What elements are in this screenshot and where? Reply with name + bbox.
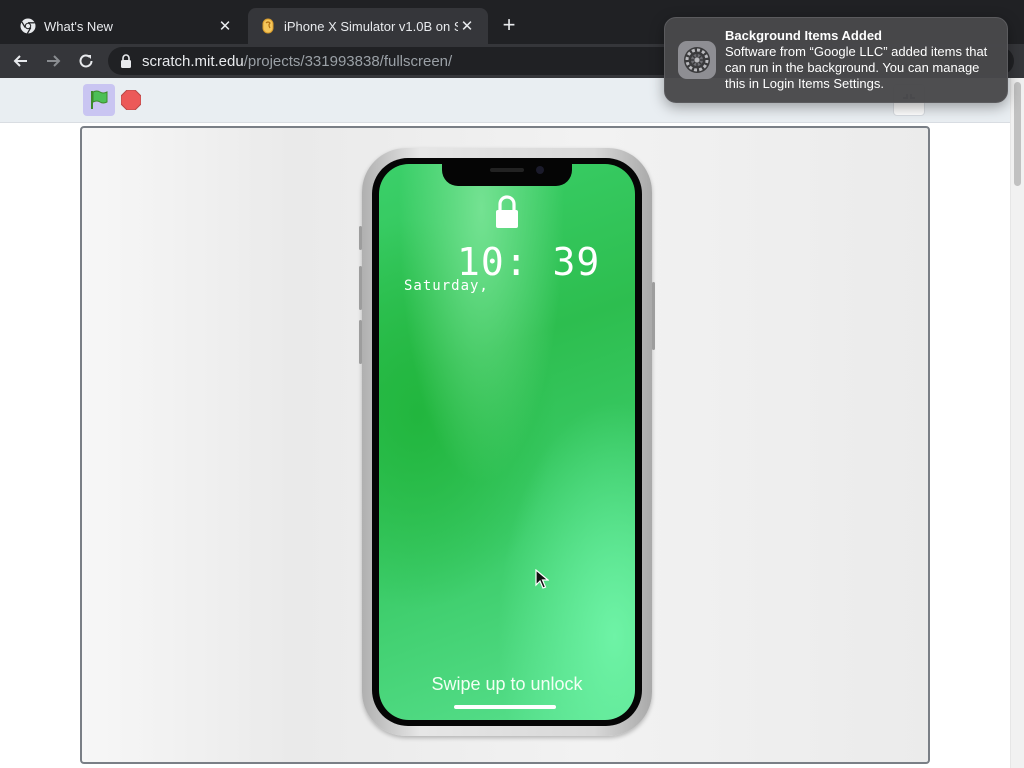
- close-icon[interactable]: ✕: [216, 17, 234, 35]
- back-button[interactable]: [10, 50, 32, 72]
- green-flag-icon: [91, 90, 108, 109]
- green-flag-button[interactable]: [83, 84, 115, 116]
- scratch-icon: [260, 18, 276, 34]
- project-stage[interactable]: 10: 39 Saturday, Swipe up to unlock: [80, 126, 930, 764]
- reload-icon: [79, 54, 93, 68]
- front-camera: [536, 166, 544, 174]
- url-text: scratch.mit.edu/projects/331993838/fulls…: [142, 53, 452, 70]
- speaker-grille: [490, 168, 524, 172]
- close-icon[interactable]: ✕: [458, 17, 476, 35]
- swipe-to-unlock-label: Swipe up to unlock: [431, 674, 583, 694]
- lock-screen[interactable]: 10: 39 Saturday, Swipe up to unlock: [379, 164, 635, 720]
- arrow-right-icon: [47, 55, 61, 67]
- volume-down-button: [359, 320, 362, 364]
- padlock-icon: [496, 195, 518, 228]
- volume-up-button: [359, 266, 362, 310]
- reload-button[interactable]: [75, 50, 97, 72]
- notification-title: Background Items Added: [725, 28, 882, 43]
- chrome-icon: [20, 18, 36, 34]
- lock-screen-date: Saturday,: [404, 278, 489, 294]
- mouse-cursor-icon: [535, 569, 549, 589]
- notification-body: Software from “Google LLC” added items t…: [725, 44, 988, 91]
- arrow-left-icon: [13, 55, 27, 67]
- side-button: [652, 282, 655, 350]
- iphone-frame: 10: 39 Saturday, Swipe up to unlock: [359, 148, 655, 736]
- mute-switch: [359, 226, 362, 250]
- tab-iphone-simulator[interactable]: iPhone X Simulator v1.0B on Scratch ✕: [248, 8, 488, 44]
- stop-button[interactable]: [120, 89, 142, 111]
- forward-button[interactable]: [42, 50, 64, 72]
- tab-whats-new[interactable]: What's New ✕: [8, 8, 246, 44]
- tab-title: What's New: [44, 18, 113, 34]
- phone-notch: [442, 164, 572, 186]
- url-path: /projects/331993838/fullscreen/: [243, 52, 453, 70]
- tab-title: iPhone X Simulator v1.0B on Scratch: [284, 18, 458, 34]
- stop-icon: [120, 89, 142, 111]
- lock-icon: [121, 54, 131, 68]
- url-host: scratch.mit.edu: [142, 52, 244, 70]
- system-settings-icon: [678, 41, 716, 79]
- page-scrollbar[interactable]: [1010, 78, 1024, 768]
- plus-icon[interactable]: +: [498, 14, 520, 36]
- scrollbar-thumb[interactable]: [1014, 82, 1021, 186]
- background-items-notification[interactable]: Background Items Added Software from “Go…: [664, 17, 1008, 103]
- phone-bezel: 10: 39 Saturday, Swipe up to unlock: [372, 158, 642, 726]
- home-indicator[interactable]: [454, 705, 556, 709]
